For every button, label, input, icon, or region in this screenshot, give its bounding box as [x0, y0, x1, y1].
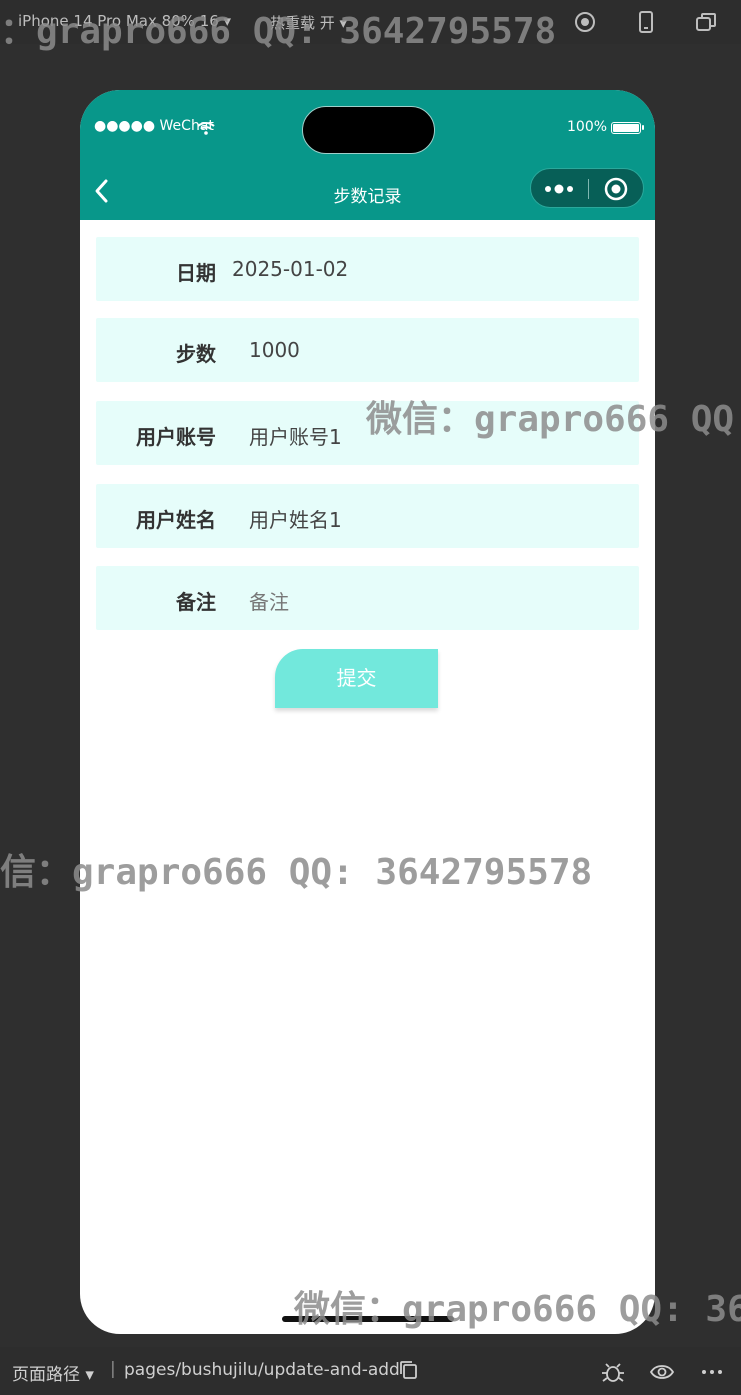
- page-path-dropdown[interactable]: 页面路径 ▾: [12, 1360, 94, 1385]
- date-field[interactable]: 日期 2025-01-02: [96, 237, 639, 301]
- path-separator: |: [110, 1359, 116, 1379]
- account-field[interactable]: 用户账号 用户账号1: [96, 401, 639, 465]
- page-path-bar: 页面路径 ▾ | pages/bushujilu/update-and-add: [0, 1347, 741, 1395]
- wifi-icon: [197, 120, 215, 139]
- menu-capsule: [530, 168, 644, 208]
- device-selector[interactable]: iPhone 14 Pro Max 80% 16 ▾: [18, 12, 231, 30]
- copy-icon[interactable]: [398, 1359, 424, 1385]
- devtools-toolbar: iPhone 14 Pro Max 80% 16 ▾ 热重载 开 ▾: [0, 0, 741, 44]
- steps-input[interactable]: 1000: [249, 338, 300, 362]
- window-icon[interactable]: [694, 10, 718, 34]
- name-field[interactable]: 用户姓名 用户姓名1: [96, 484, 639, 548]
- submit-button[interactable]: 提交: [275, 649, 438, 708]
- field-label: 用户账号: [136, 425, 216, 449]
- status-bar: ●●●●● WeChat 100%: [80, 90, 655, 162]
- battery-percent: 100%: [567, 119, 608, 135]
- name-input[interactable]: 用户姓名1: [249, 504, 342, 533]
- phone-icon[interactable]: [634, 10, 658, 34]
- nav-bar: 步数记录: [80, 162, 655, 220]
- dynamic-island: [302, 106, 435, 154]
- phone-simulator: ●●●●● WeChat 100% 步数记录 日期 2025-01-02 步数 …: [80, 90, 655, 1334]
- account-input[interactable]: 用户账号1: [249, 421, 342, 450]
- steps-field[interactable]: 步数 1000: [96, 318, 639, 382]
- eye-icon[interactable]: [649, 1359, 675, 1385]
- home-indicator: [282, 1316, 454, 1322]
- carrier-label: ●●●●● WeChat: [94, 118, 214, 134]
- hot-reload-toggle[interactable]: 热重载 开 ▾: [270, 12, 347, 33]
- field-label: 备注: [176, 590, 216, 614]
- field-label: 用户姓名: [136, 508, 216, 532]
- page-path: pages/bushujilu/update-and-add: [124, 1360, 400, 1380]
- battery-icon: [611, 122, 641, 134]
- more-icon[interactable]: [699, 1359, 725, 1385]
- field-label: 步数: [176, 342, 216, 366]
- record-icon[interactable]: [573, 10, 597, 34]
- date-input[interactable]: 2025-01-02: [232, 257, 348, 281]
- bug-icon[interactable]: [600, 1359, 626, 1385]
- remark-field[interactable]: 备注 备注: [96, 566, 639, 630]
- field-label: 日期: [176, 261, 216, 285]
- remark-input[interactable]: 备注: [249, 586, 289, 615]
- target-icon[interactable]: [604, 177, 628, 201]
- more-dots-icon[interactable]: [543, 177, 577, 201]
